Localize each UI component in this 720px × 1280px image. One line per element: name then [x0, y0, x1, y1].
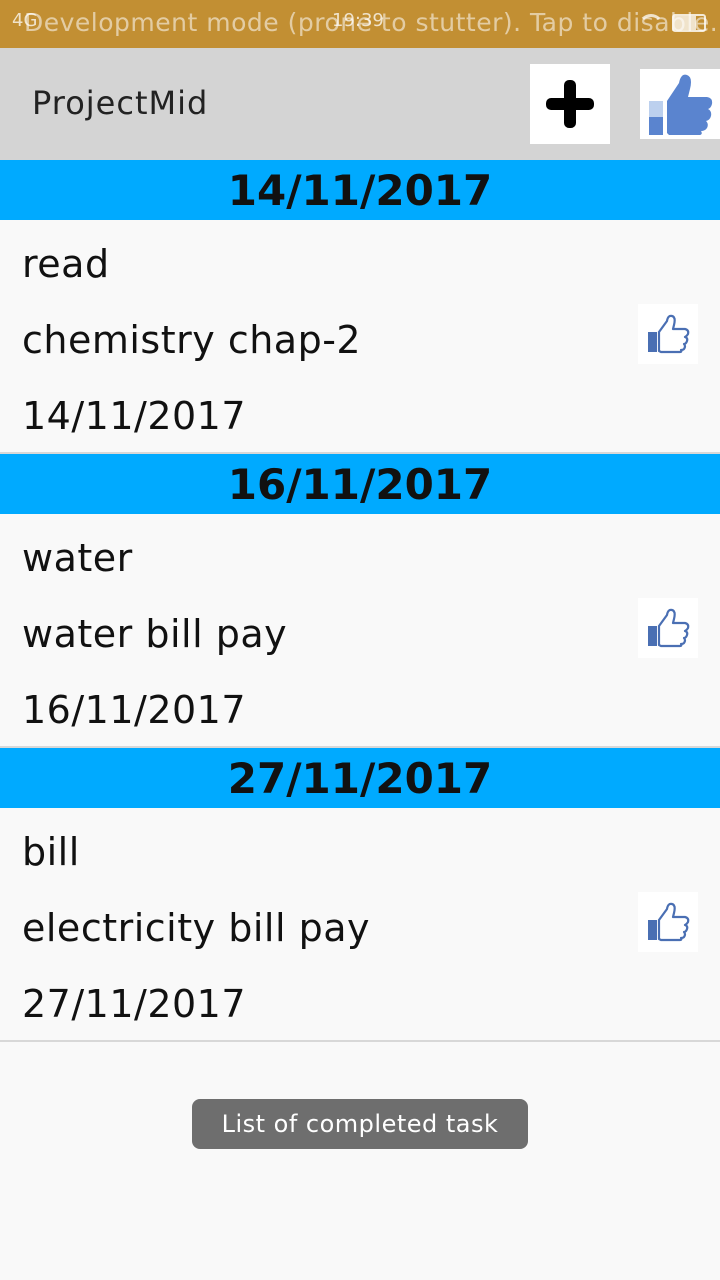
app-bar: ProjectMid: [0, 48, 720, 160]
toast-message: List of completed task: [192, 1099, 528, 1149]
thumbs-up-icon: [648, 608, 690, 648]
date-header: 27/11/2017: [0, 748, 720, 808]
task-item[interactable]: read chemistry chap-2 14/11/2017: [0, 220, 720, 454]
status-bar: 4G 19:39 Development mode (prone to stut…: [0, 0, 720, 48]
task-date: 16/11/2017: [22, 688, 247, 732]
wifi-icon: [638, 14, 664, 32]
status-icons: [638, 14, 706, 32]
thumbs-up-icon: [648, 902, 690, 942]
mark-done-button[interactable]: [638, 598, 698, 658]
plus-icon: [546, 80, 594, 128]
add-task-button[interactable]: [530, 64, 610, 144]
app-title: ProjectMid: [32, 84, 209, 122]
thumbs-up-icon: [649, 74, 713, 135]
task-title: water: [22, 536, 133, 580]
date-header: 14/11/2017: [0, 160, 720, 220]
completed-tasks-button[interactable]: [640, 69, 720, 139]
task-list: 14/11/2017 read chemistry chap-2 14/11/2…: [0, 160, 720, 1042]
task-description: water bill pay: [22, 612, 288, 656]
task-title: read: [22, 242, 110, 286]
mark-done-button[interactable]: [638, 892, 698, 952]
dev-mode-banner[interactable]: Development mode (prone to stutter). Tap…: [24, 8, 718, 37]
task-description: chemistry chap-2: [22, 318, 362, 362]
date-header: 16/11/2017: [0, 454, 720, 514]
mark-done-button[interactable]: [638, 304, 698, 364]
task-item[interactable]: water water bill pay 16/11/2017: [0, 514, 720, 748]
task-date: 14/11/2017: [22, 394, 247, 438]
task-item[interactable]: bill electricity bill pay 27/11/2017: [0, 808, 720, 1042]
battery-icon: [672, 14, 706, 32]
task-date: 27/11/2017: [22, 982, 247, 1026]
task-description: electricity bill pay: [22, 906, 370, 950]
thumbs-up-icon: [648, 314, 690, 354]
task-title: bill: [22, 830, 80, 874]
